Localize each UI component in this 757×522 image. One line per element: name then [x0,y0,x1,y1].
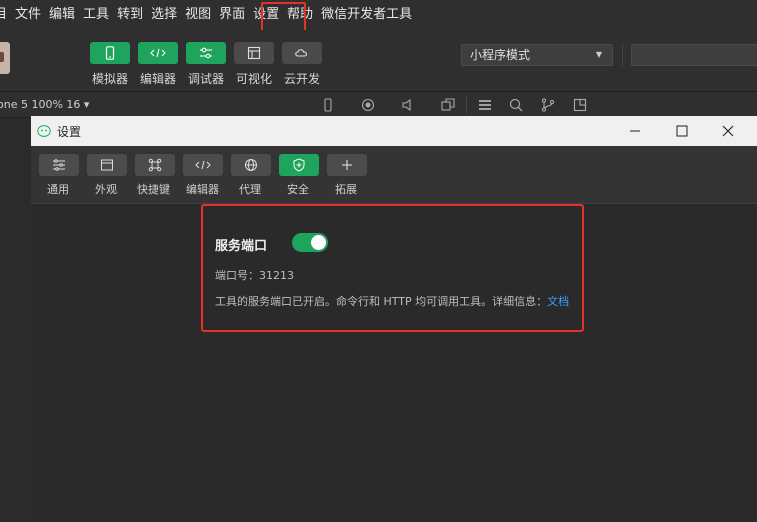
dialog-title-bar: 设置 [31,116,757,146]
mode-select-value: 小程序模式 [470,48,531,62]
tab-general[interactable] [39,154,79,176]
extension-icon[interactable] [572,97,588,113]
device-selector[interactable]: one 5 100% 16 ▾ [0,98,89,111]
cloud-icon [295,49,307,57]
menu-item-tools[interactable]: 工具 [79,0,113,30]
record-icon[interactable] [360,97,376,113]
layout-icon [247,46,261,60]
phone-icon [105,46,115,60]
speaker-icon[interactable] [400,97,416,113]
docs-link[interactable]: 文档 [547,295,569,308]
service-port-title: 服务端口 [215,239,268,254]
cloud-dev-button[interactable] [282,42,322,64]
simulator-strip: one 5 100% 16 ▾ [0,92,757,118]
tab-general-label: 通用 [47,183,69,196]
command-icon [148,158,162,172]
description-text: 工具的服务端口已开启。命令行和 HTTP 均可调用工具。详细信息： [215,295,548,308]
shield-icon [293,158,305,172]
port-number: 端口号：31213 [215,269,294,282]
window-icon [101,159,113,171]
tab-security-label: 安全 [287,183,309,196]
service-port-description: 工具的服务端口已开启。命令行和 HTTP 均可调用工具。详细信息：文档 [215,293,569,309]
menu-item-edit[interactable]: 编辑 [45,0,79,30]
minimize-icon[interactable] [625,121,645,141]
toolbar-right-field[interactable] [631,44,757,66]
tab-extensions-label: 拓展 [335,183,357,196]
menu-item-project[interactable]: 目 [0,0,11,30]
tab-appearance[interactable] [87,154,127,176]
menu-bar: 目 文件 编辑 工具 转到 选择 视图 界面 设置 帮助 微信开发者工具 [0,0,757,30]
tab-proxy-label: 代理 [239,183,261,196]
simulator-label: 模拟器 [92,72,129,86]
settings-content: 服务端口 端口号：31213 工具的服务端口已开启。命令行和 HTTP 均可调用… [31,204,757,522]
avatar[interactable] [0,42,10,74]
debugger-icon [200,47,212,59]
settings-dialog: 设置 通用 外观 快捷键 编辑器 代理 安全 拓展 服务端口 端口号：31213… [31,116,757,522]
tab-appearance-label: 外观 [95,183,117,196]
toggle-knob [311,235,326,250]
branch-icon[interactable] [540,97,556,113]
visual-button[interactable] [234,42,274,64]
list-icon[interactable] [477,97,493,113]
tab-proxy[interactable] [231,154,271,176]
maximize-icon[interactable] [672,121,692,141]
settings-tabs: 通用 外观 快捷键 编辑器 代理 安全 拓展 [31,146,757,204]
menu-item-goto[interactable]: 转到 [113,0,147,30]
menu-item-view[interactable]: 视图 [181,0,215,30]
tab-security[interactable] [279,154,319,176]
code-icon [195,160,211,170]
tab-shortcuts-label: 快捷键 [137,183,170,196]
service-port-toggle[interactable] [292,233,328,252]
phone-icon[interactable] [320,97,336,113]
tab-extensions[interactable] [327,154,367,176]
menu-item-wechat-devtools[interactable]: 微信开发者工具 [317,0,416,30]
menu-item-file[interactable]: 文件 [11,0,45,30]
toolbar-divider [622,44,623,66]
main-toolbar: 模拟器 编辑器 调试器 可视化 云开发 小程序模式 ▼ [0,30,757,92]
menu-item-select[interactable]: 选择 [147,0,181,30]
close-icon[interactable] [718,121,738,141]
strip-divider [466,96,467,114]
editor-label: 编辑器 [140,72,177,86]
tab-shortcuts[interactable] [135,154,175,176]
sliders-icon [53,159,65,171]
mode-select[interactable]: 小程序模式 ▼ [461,44,613,66]
tab-editor-label: 编辑器 [186,183,219,196]
simulator-button[interactable] [90,42,130,64]
search-icon[interactable] [508,97,524,113]
copy-window-icon[interactable] [440,97,456,113]
globe-icon [245,159,257,171]
editor-button[interactable] [138,42,178,64]
cloud-dev-label: 云开发 [284,72,321,86]
visual-label: 可视化 [236,72,273,86]
caret-down-icon: ▼ [595,50,602,59]
debugger-label: 调试器 [188,72,225,86]
dialog-title: 设置 [57,125,82,139]
tab-editor[interactable] [183,154,223,176]
menu-item-interface[interactable]: 界面 [215,0,249,30]
plus-icon [342,160,352,170]
code-icon [150,48,166,58]
wechat-devtools-logo-icon [37,125,51,137]
debugger-button[interactable] [186,42,226,64]
